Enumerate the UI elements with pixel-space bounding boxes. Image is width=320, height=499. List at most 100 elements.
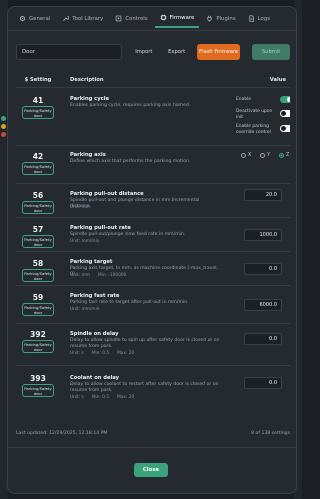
tab-controls[interactable]: Controls — [110, 10, 152, 28]
submit-button[interactable]: Submit — [252, 44, 290, 60]
import-button[interactable]: Import — [129, 44, 158, 60]
setting-description: Enables parking cycle, requires parking … — [70, 103, 191, 108]
table-row: 41 Parking/Safety door Parking cycle Ena… — [16, 87, 290, 145]
option-label: Enable parking override control — [236, 124, 271, 135]
status-dot — [1, 132, 6, 137]
category-badge: Parking/Safety door — [22, 384, 54, 397]
axis-z-radio[interactable]: Z — [279, 153, 289, 158]
category-badge: Parking/Safety door — [22, 303, 54, 316]
max-text: Max: 20 — [117, 395, 135, 400]
table-header: $ Setting Description Value — [16, 75, 290, 85]
setting-meta: Unit: s Min: 0.5 Max: 20 — [70, 351, 142, 356]
sliders-icon — [115, 15, 122, 22]
value-input[interactable]: 1000.0 — [244, 229, 282, 241]
category-badge: Parking/Safety door — [22, 269, 54, 282]
axis-label: Z — [286, 153, 290, 158]
axis-y-radio[interactable]: Y — [260, 153, 270, 158]
max-text: Max: 20 — [117, 351, 135, 356]
unit-text: Unit: mm — [70, 273, 90, 278]
setting-id: 56 — [32, 191, 44, 200]
status-dot — [1, 116, 6, 121]
setting-meta: Unit: mm/min — [70, 307, 107, 312]
export-button[interactable]: Export — [162, 44, 191, 60]
gear-icon — [19, 15, 26, 22]
setting-title: Parking pull-out distance — [70, 191, 144, 197]
table-row: 42 Parking/Safety door Parking axis Defi… — [16, 145, 290, 183]
modal-footer: Close — [8, 447, 296, 493]
setting-title: Parking axis — [70, 152, 106, 158]
setting-title: Parking fast rate — [70, 293, 120, 299]
setting-id: 41 — [32, 96, 44, 105]
close-button[interactable]: Close — [134, 463, 168, 477]
settings-footer: Last updated: 12/29/2025, 12:18:14 PM 8 … — [16, 431, 290, 441]
setting-title: Parking cycle — [70, 96, 109, 102]
value-input[interactable]: 0.0 — [244, 333, 282, 345]
category-badge: Parking/Safety door — [22, 106, 54, 119]
unit-text: Unit: s — [70, 395, 84, 400]
firmware-toolbar: Door Import Export Flash Firmware Submit — [16, 41, 290, 63]
category-badge: Parking/Safety door — [22, 235, 54, 248]
toggle-knob — [281, 126, 286, 131]
wrench-icon — [63, 15, 70, 21]
option-label: Deactivate upon init — [236, 109, 273, 120]
table-row: 393 Parking/Safety door Coolant on delay… — [16, 365, 290, 427]
chip-icon — [160, 14, 166, 21]
unit-text: Unit: mm/min — [70, 239, 100, 244]
value-input[interactable]: 6000.0 — [244, 299, 282, 311]
tab-tool-library[interactable]: Tool Library — [57, 10, 108, 28]
setting-meta: Unit: mm Min: -100000 — [70, 273, 134, 278]
setting-description: Delay to allow coolant to restart after … — [70, 382, 219, 393]
tab-label: Logs — [257, 15, 271, 22]
axis-label: X — [248, 153, 252, 158]
category-badge: Parking/Safety door — [22, 162, 54, 175]
column-header-value: Value — [269, 77, 286, 83]
search-input[interactable]: Door — [16, 44, 123, 60]
value-input[interactable]: 20.0 — [244, 189, 282, 201]
toggle-knob — [287, 97, 290, 102]
value-input[interactable]: 0.0 — [244, 263, 282, 275]
parking-override-toggle[interactable] — [280, 125, 290, 132]
radio-icon — [260, 153, 265, 158]
settings-count-text: 8 of 138 settings — [251, 431, 290, 436]
column-header-description: Description — [70, 77, 104, 83]
table-row: 59 Parking/Safety door Parking fast rate… — [16, 285, 290, 323]
min-text: Min: 0.5 — [91, 351, 110, 356]
min-text: Min: 0.5 — [91, 395, 110, 400]
flash-firmware-button[interactable]: Flash Firmware — [197, 44, 241, 60]
unit-text: Unit: mm — [70, 205, 90, 210]
settings-modal: General Tool Library Controls Firmware P… — [7, 6, 297, 494]
document-icon — [248, 15, 254, 22]
tab-general[interactable]: General — [14, 10, 55, 28]
status-dot — [1, 124, 6, 129]
plug-icon — [207, 15, 212, 22]
column-header-setting: $ Setting — [24, 77, 52, 83]
category-badge: Parking/Safety door — [22, 340, 54, 353]
table-row: 58 Parking/Safety door Parking target Pa… — [16, 251, 290, 285]
table-row: 57 Parking/Safety door Parking pull-out … — [16, 217, 290, 251]
value-input[interactable]: 0.0 — [244, 377, 282, 389]
settings-list[interactable]: 41 Parking/Safety door Parking cycle Ena… — [16, 87, 290, 427]
tab-firmware[interactable]: Firmware — [154, 10, 200, 28]
tab-label: Firmware — [169, 14, 195, 21]
deactivate-upon-init-toggle[interactable] — [280, 110, 290, 117]
setting-description: Spindle pull-out/plunge slow feed rate i… — [70, 232, 186, 237]
setting-meta: Unit: mm — [70, 205, 98, 210]
tab-label: Controls — [125, 15, 148, 22]
axis-label: Y — [267, 153, 270, 158]
setting-title: Parking target — [70, 259, 113, 265]
setting-id: 393 — [30, 374, 46, 383]
tab-label: Plugins — [216, 15, 236, 22]
axis-x-radio[interactable]: X — [241, 153, 251, 158]
enable-toggle[interactable] — [280, 96, 290, 103]
tab-label: General — [29, 15, 51, 22]
tab-logs[interactable]: Logs — [243, 10, 275, 28]
setting-id: 392 — [30, 330, 46, 339]
min-text: Min: -100000 — [97, 273, 127, 278]
unit-text: Unit: s — [70, 351, 84, 356]
setting-title: Spindle on delay — [70, 331, 119, 337]
setting-title: Parking pull-out rate — [70, 225, 131, 231]
setting-id: 42 — [32, 152, 44, 161]
tab-bar: General Tool Library Controls Firmware P… — [8, 7, 296, 31]
tab-label: Tool Library — [72, 15, 104, 22]
tab-plugins[interactable]: Plugins — [201, 10, 240, 28]
